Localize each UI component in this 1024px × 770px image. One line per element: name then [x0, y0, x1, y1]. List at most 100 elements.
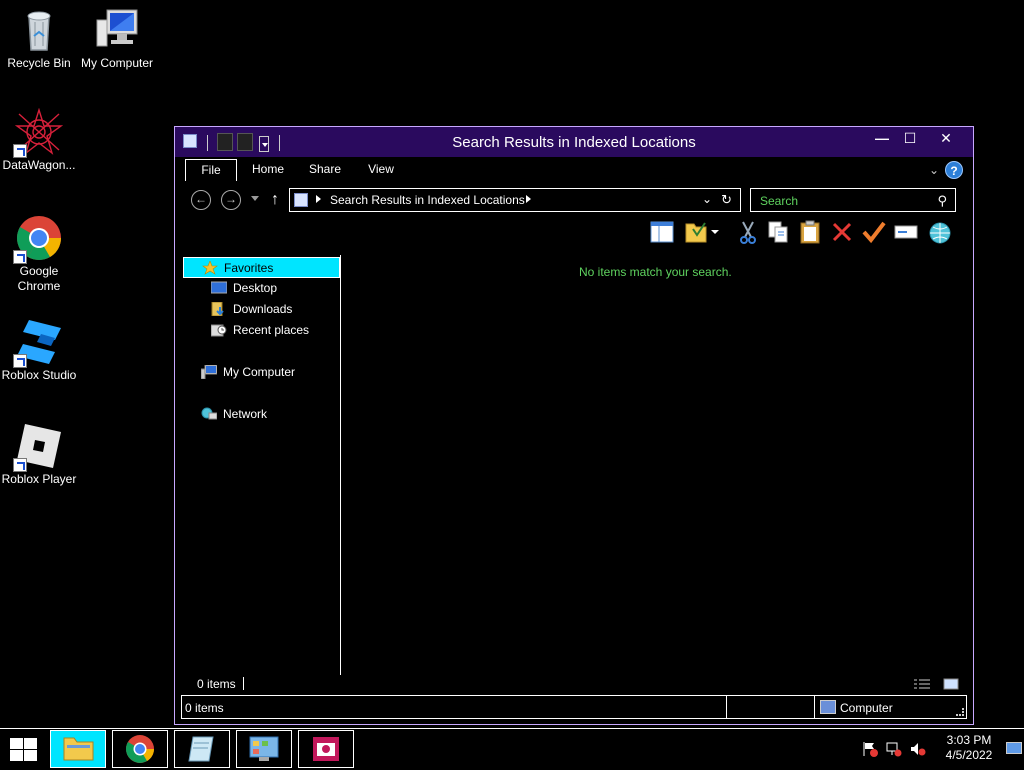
view-toggle-group [913, 678, 959, 693]
computer-icon [93, 6, 141, 54]
shortcut-arrow-icon [13, 250, 27, 264]
desktop-icon [210, 281, 228, 295]
window-title: Search Results in Indexed Locations [452, 134, 696, 151]
large-icons-view-icon[interactable] [943, 678, 959, 690]
taskbar-chrome[interactable] [112, 730, 168, 768]
network-icon [201, 407, 218, 421]
up-button[interactable]: ↑ [271, 191, 279, 209]
nav-label-favorites: Favorites [224, 261, 274, 275]
status-item-count: 0 items [185, 701, 224, 715]
breadcrumb-arrow-icon[interactable] [526, 195, 531, 203]
taskbar-camera-app[interactable] [298, 730, 354, 768]
windows-logo-pane [10, 750, 23, 761]
forward-button[interactable]: → [221, 190, 241, 210]
address-bar[interactable]: Search Results in Indexed Locations ⌄ ↻ [289, 188, 741, 212]
camera-icon [313, 737, 339, 761]
network-status-icon[interactable] [886, 741, 902, 757]
shortcut-arrow-icon [13, 354, 27, 368]
tab-file[interactable]: File [185, 159, 237, 181]
roblox-studio-desktop-icon[interactable]: Roblox Studio [0, 318, 78, 383]
nav-label-my-computer: My Computer [223, 365, 296, 379]
roblox-player-desktop-icon[interactable]: Roblox Player [0, 422, 78, 487]
recent-locations-dropdown[interactable] [251, 196, 259, 201]
address-path[interactable]: Search Results in Indexed Locations [330, 193, 525, 207]
chrome-icon [126, 735, 154, 763]
tab-view[interactable]: View [359, 159, 403, 181]
shortcut-arrow-icon [13, 458, 27, 472]
taskbar-notepad[interactable] [174, 730, 230, 768]
datawagon-label: DataWagon... [2, 158, 76, 172]
search-box[interactable]: Search ⚲ [750, 188, 956, 212]
breadcrumb-arrow-icon[interactable] [316, 195, 321, 203]
folder-options-dropdown-icon[interactable] [709, 219, 721, 245]
title-bar[interactable]: Search Results in Indexed Locations — ☐ … [175, 127, 973, 157]
system-clock[interactable]: 3:03 PM 4/5/2022 [944, 733, 994, 763]
copy-icon[interactable] [765, 219, 791, 245]
search-input[interactable]: Search [760, 194, 798, 208]
chrome-icon [13, 214, 63, 264]
search-results-icon [294, 193, 308, 207]
close-button[interactable]: ✕ [923, 127, 969, 149]
status-divider [814, 696, 815, 718]
cut-icon[interactable] [735, 219, 761, 245]
my-computer-label: My Computer [80, 56, 154, 70]
folder-options-icon[interactable] [683, 219, 709, 245]
folder-icon [63, 737, 94, 761]
rename-icon[interactable] [893, 219, 919, 245]
maximize-button[interactable]: ☐ [895, 127, 925, 149]
refresh-icon[interactable]: ↻ [721, 192, 732, 208]
item-count: 0 items [197, 677, 236, 691]
recent-places-icon [210, 323, 227, 337]
status-divider [726, 696, 727, 718]
computer-icon [820, 700, 836, 714]
windows-logo-pane [10, 738, 23, 749]
navigation-bar: ← → ↑ Search Results in Indexed Location… [175, 185, 973, 213]
volume-muted-icon[interactable] [910, 741, 926, 757]
windows-logo-pane [24, 750, 37, 761]
show-desktop-icon[interactable] [1006, 742, 1022, 754]
delete-icon[interactable] [829, 219, 855, 245]
select-all-checkmark-icon[interactable] [861, 219, 887, 245]
tab-share[interactable]: Share [301, 159, 349, 181]
status-bar: 0 items Computer [181, 695, 967, 719]
recycle-bin-desktop-icon[interactable]: Recycle Bin [0, 6, 78, 71]
preview-pane-icon[interactable] [649, 219, 675, 245]
my-computer-desktop-icon[interactable]: My Computer [78, 6, 156, 71]
help-icon[interactable]: ? [945, 161, 963, 179]
clock-date: 4/5/2022 [945, 748, 993, 762]
nav-item-recent-places[interactable]: Recent places [183, 320, 340, 341]
nav-item-network[interactable]: Network [183, 404, 340, 425]
network-globe-icon[interactable] [927, 219, 953, 245]
nav-item-favorites[interactable]: Favorites [183, 257, 340, 278]
tab-home[interactable]: Home [245, 159, 291, 181]
roblox-studio-icon [13, 318, 63, 368]
nav-item-desktop[interactable]: Desktop [183, 278, 340, 299]
nav-item-downloads[interactable]: Downloads [183, 299, 340, 320]
windows-logo-pane [24, 738, 37, 749]
minimize-button[interactable]: — [867, 127, 897, 149]
nav-item-my-computer[interactable]: My Computer [183, 362, 340, 383]
roblox-player-label: Roblox Player [1, 472, 77, 486]
details-view-icon[interactable] [913, 678, 930, 690]
control-panel-icon [249, 736, 279, 761]
paste-icon[interactable] [797, 219, 823, 245]
recycle-bin-icon [15, 6, 63, 54]
nav-label-desktop: Desktop [233, 281, 278, 295]
resize-grip[interactable] [956, 708, 964, 716]
nav-label-network: Network [223, 407, 268, 421]
search-icon[interactable]: ⚲ [937, 193, 947, 209]
empty-results-message: No items match your search. [579, 265, 732, 279]
item-count-divider [243, 677, 244, 690]
back-button[interactable]: ← [191, 190, 211, 210]
google-chrome-desktop-icon[interactable]: Google Chrome [0, 214, 78, 294]
taskbar-file-explorer[interactable] [50, 730, 106, 768]
datawagon-desktop-icon[interactable]: DataWagon... [0, 107, 78, 173]
start-button[interactable] [8, 736, 38, 762]
notepad-icon [188, 736, 214, 762]
expand-ribbon-icon[interactable]: ⌄ [929, 163, 939, 177]
address-dropdown-icon[interactable]: ⌄ [702, 192, 712, 206]
action-center-flag-icon[interactable] [862, 741, 878, 757]
navigation-pane: Favorites Desktop Downloads Recent place… [183, 255, 341, 675]
taskbar-control-panel[interactable] [236, 730, 292, 768]
datawagon-icon [13, 107, 64, 158]
